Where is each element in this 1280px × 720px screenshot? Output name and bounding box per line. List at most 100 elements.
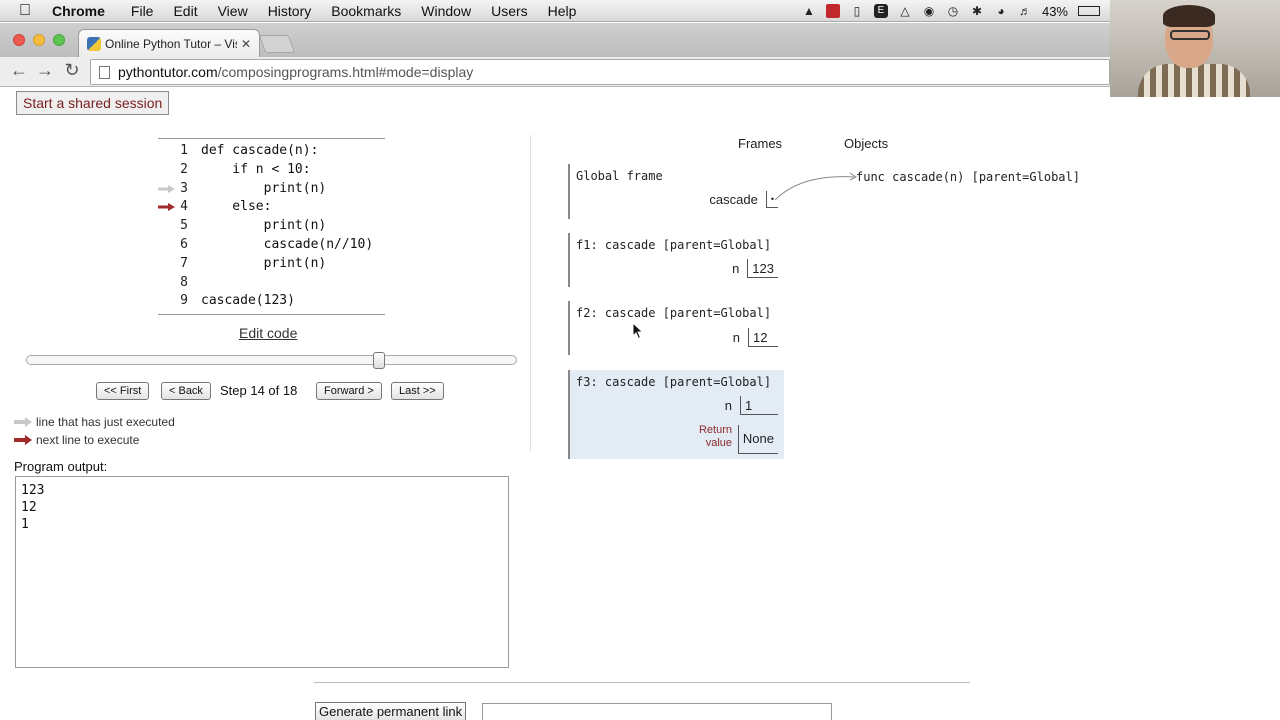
permanent-link-field[interactable] xyxy=(482,703,832,720)
address-bar[interactable]: pythontutor.com/composingprograms.html#m… xyxy=(90,59,1110,85)
generate-permanent-link-button[interactable]: Generate permanent link xyxy=(315,702,467,720)
new-tab-button[interactable] xyxy=(258,35,296,53)
code-listing: 1 def cascade(n): 2 if n < 10: 3 print(n) 4 … xyxy=(158,138,385,316)
browser-toolbar: ← → ↻ pythontutor.com/composingprograms.… xyxy=(0,57,1110,87)
browser-tab[interactable]: Online Python Tutor – Visu ✕ xyxy=(78,29,260,57)
start-shared-session-button[interactable]: Start a shared session xyxy=(16,91,170,115)
objects-header: Objects xyxy=(844,136,889,151)
tab-strip: Online Python Tutor – Visu ✕ xyxy=(0,23,1110,57)
code-line: 9 cascade(123) xyxy=(158,292,385,311)
menu-history[interactable]: History xyxy=(268,3,312,19)
time-machine-icon[interactable]: ◷ xyxy=(946,4,960,18)
battery-icon[interactable] xyxy=(1078,6,1100,16)
minimize-window-button[interactable] xyxy=(33,34,45,46)
step-slider[interactable] xyxy=(26,355,517,365)
code-line: 7 print(n) xyxy=(158,255,385,274)
return-value: None xyxy=(737,425,778,454)
function-object: func cascade(n) [parent=Global] xyxy=(856,170,1080,184)
panel-divider xyxy=(530,135,531,451)
forward-arrow-icon[interactable]: → xyxy=(34,60,56,81)
code-line: 2 if n < 10: xyxy=(158,161,385,180)
menu-file[interactable]: File xyxy=(131,3,154,19)
executed-line-arrow-icon xyxy=(158,184,175,193)
variable-value: 1 xyxy=(740,396,778,415)
pointer-arrow xyxy=(774,172,857,201)
frame-title: f3: cascade [parent=Global] xyxy=(576,375,772,389)
global-frame: Global frame cascade • xyxy=(568,164,784,219)
bottom-divider xyxy=(314,682,970,683)
close-window-button[interactable] xyxy=(13,34,25,46)
menu-window[interactable]: Window xyxy=(421,3,471,19)
evernote-icon[interactable]: E xyxy=(873,4,888,18)
battery-percent[interactable]: 43% xyxy=(1042,4,1068,19)
red-arrow-icon xyxy=(14,435,32,445)
page-icon xyxy=(99,65,110,79)
volume-icon[interactable]: ♬ xyxy=(1018,4,1032,18)
code-text: else: xyxy=(201,199,272,215)
bell-icon[interactable]: ▲ xyxy=(802,4,816,18)
record-icon[interactable] xyxy=(825,4,840,18)
step-counter: Step 14 of 18 xyxy=(220,383,298,398)
code-text: print(n) xyxy=(201,218,327,234)
frame-title: Global frame xyxy=(576,169,663,183)
code-line: 8 xyxy=(158,274,385,293)
step-slider-thumb[interactable] xyxy=(373,352,385,369)
variable-name: cascade xyxy=(709,192,758,207)
next-line-arrow-icon xyxy=(158,203,175,212)
drive-icon[interactable]: △ xyxy=(898,4,912,18)
line-number: 9 xyxy=(180,293,188,309)
code-text: def cascade(n): xyxy=(201,143,319,158)
code-line: 5 print(n) xyxy=(158,217,385,236)
tab-close-icon[interactable]: ✕ xyxy=(241,37,251,51)
menu-help[interactable]: Help xyxy=(548,3,577,19)
webcam-overlay xyxy=(1110,0,1280,97)
back-button[interactable]: < Back xyxy=(161,382,211,400)
menu-users[interactable]: Users xyxy=(491,3,528,19)
legend-executed-text: line that has just executed xyxy=(36,415,175,429)
code-line: 4 else: xyxy=(158,198,385,217)
output-line: 12 xyxy=(21,500,37,515)
variable-name: n xyxy=(732,261,740,276)
zoom-window-button[interactable] xyxy=(53,34,65,46)
variable-name: n xyxy=(732,330,740,345)
line-number: 2 xyxy=(180,161,188,177)
menu-bookmarks[interactable]: Bookmarks xyxy=(331,3,401,19)
python-favicon-icon xyxy=(87,36,101,51)
mouse-cursor-icon xyxy=(632,322,644,340)
menu-chrome[interactable]: Chrome xyxy=(52,3,105,19)
code-line: 6 cascade(n//10) xyxy=(158,236,385,255)
phone-icon[interactable]: ▯ xyxy=(850,4,864,18)
frame-variable: n 123 xyxy=(732,259,778,278)
reload-icon[interactable]: ↻ xyxy=(61,60,83,81)
menu-edit[interactable]: Edit xyxy=(173,3,197,19)
back-arrow-icon[interactable]: ← xyxy=(8,60,30,81)
return-value-label: Return value xyxy=(698,424,732,449)
forward-button[interactable]: Forward > xyxy=(316,382,382,400)
code-text: cascade(n//10) xyxy=(201,236,374,252)
code-text: cascade(123) xyxy=(201,293,295,309)
wifi-icon[interactable]: ◕ xyxy=(994,4,1008,18)
apple-menu-icon[interactable]:  xyxy=(16,2,34,20)
return-value-box: None xyxy=(737,425,778,454)
program-output-box[interactable]: 123 12 1 xyxy=(15,476,509,668)
frames-header: Frames xyxy=(738,136,783,151)
mac-menu-bar:  Chrome File Edit View History Bookmark… xyxy=(0,0,1110,22)
sync-icon[interactable]: ◉ xyxy=(922,4,936,18)
edit-code-link[interactable]: Edit code xyxy=(239,325,297,341)
legend-next-text: next line to execute xyxy=(36,433,140,447)
url-host: pythontutor.com xyxy=(118,64,218,80)
variable-name: n xyxy=(724,398,732,413)
legend-next: next line to execute xyxy=(14,433,139,447)
code-text: if n < 10: xyxy=(201,161,311,177)
menu-view[interactable]: View xyxy=(218,3,248,19)
last-button[interactable]: Last >> xyxy=(391,382,444,400)
output-line: 1 xyxy=(21,517,29,532)
line-number: 5 xyxy=(180,218,188,234)
bluetooth-icon[interactable]: ✱ xyxy=(970,4,984,18)
code-text: print(n) xyxy=(201,180,327,196)
legend-executed: line that has just executed xyxy=(14,415,175,429)
tab-title: Online Python Tutor – Visu xyxy=(105,36,237,51)
frame-title: f1: cascade [parent=Global] xyxy=(576,238,772,252)
first-button[interactable]: << First xyxy=(96,382,150,400)
program-output-label: Program output: xyxy=(14,459,108,474)
